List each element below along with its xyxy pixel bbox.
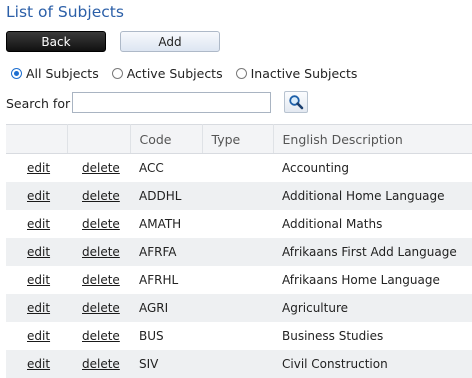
cell-code: BUS (139, 329, 164, 343)
cell-type (202, 266, 273, 294)
edit-link[interactable]: edit (27, 217, 50, 231)
delete-link[interactable]: delete (82, 161, 120, 175)
cell-type (202, 182, 273, 210)
edit-link[interactable]: edit (27, 301, 50, 315)
cell-description: Afrikaans Home Language (282, 273, 440, 287)
cell-code: AFRHL (139, 273, 179, 287)
edit-link[interactable]: edit (27, 273, 50, 287)
delete-link[interactable]: delete (82, 357, 120, 371)
cell-description: Agriculture (273, 294, 472, 322)
filter-label: Inactive Subjects (250, 66, 358, 81)
search-button[interactable] (284, 91, 308, 113)
table-header-row: Code Type English Description (6, 124, 472, 154)
delete-link[interactable]: delete (82, 217, 120, 231)
cell-code: SIV (130, 350, 202, 378)
filter-label: All Subjects (26, 66, 99, 81)
page-title: List of Subjects (6, 3, 124, 21)
cell-type (202, 322, 273, 350)
cell-code: AGRI (130, 294, 202, 322)
add-button[interactable]: Add (120, 31, 220, 52)
cell-description: Accounting (282, 161, 350, 175)
cell-type (202, 238, 273, 266)
cell-code: AFRFA (130, 238, 202, 266)
edit-link[interactable]: edit (27, 357, 50, 371)
cell-description: Afrikaans First Add Language (273, 238, 472, 266)
delete-link[interactable]: delete (82, 245, 120, 259)
delete-link[interactable]: delete (82, 329, 120, 343)
back-button[interactable]: Back (6, 31, 106, 52)
filter-all-subjects[interactable]: All Subjects (11, 66, 99, 81)
subjects-table: Code Type English Description edit delet… (6, 124, 472, 378)
cell-type (202, 210, 273, 238)
table-row: edit delete AMATH Additional Maths (6, 210, 472, 238)
radio-selected-icon[interactable] (11, 68, 22, 79)
table-row: edit delete AGRI Agriculture (6, 294, 472, 322)
cell-type (202, 294, 273, 322)
table-row: edit delete AFRHL Afrikaans Home Languag… (6, 266, 472, 294)
column-header-code[interactable]: Code (130, 124, 203, 154)
table-row: edit delete ACC Accounting (6, 154, 472, 183)
radio-icon[interactable] (111, 68, 123, 79)
column-header-description[interactable]: English Description (273, 124, 472, 154)
cell-description: Business Studies (282, 329, 384, 343)
column-header-edit (6, 124, 68, 154)
magnifier-icon (289, 95, 304, 110)
table-row: edit delete BUS Business Studies (6, 322, 472, 350)
radio-icon[interactable] (235, 68, 247, 79)
filter-label: Active Subjects (126, 66, 223, 81)
delete-link[interactable]: delete (82, 273, 120, 287)
column-header-delete (67, 124, 131, 154)
table-row: edit delete AFRFA Afrikaans First Add La… (6, 238, 472, 266)
cell-description: Additional Maths (282, 217, 383, 231)
filter-active-subjects[interactable]: Active Subjects (111, 66, 223, 81)
table-row: edit delete SIV Civil Construction (6, 350, 472, 378)
delete-link[interactable]: delete (82, 189, 120, 203)
column-header-type[interactable]: Type (202, 124, 274, 154)
edit-link[interactable]: edit (27, 161, 50, 175)
cell-description: Additional Home Language (273, 182, 472, 210)
edit-link[interactable]: edit (27, 329, 50, 343)
search-label: Search for (6, 96, 71, 111)
edit-link[interactable]: edit (27, 189, 50, 203)
edit-link[interactable]: edit (27, 245, 50, 259)
cell-description: Civil Construction (273, 350, 472, 378)
cell-code: AMATH (139, 217, 182, 231)
delete-link[interactable]: delete (82, 301, 120, 315)
cell-code: ACC (139, 161, 164, 175)
table-row: edit delete ADDHL Additional Home Langua… (6, 182, 472, 210)
subject-filter-group: All Subjects Active Subjects Inactive Su… (11, 66, 370, 81)
filter-inactive-subjects[interactable]: Inactive Subjects (235, 66, 358, 81)
search-input[interactable] (72, 92, 271, 113)
cell-code: ADDHL (130, 182, 202, 210)
cell-type (202, 350, 273, 378)
cell-type (202, 154, 273, 183)
